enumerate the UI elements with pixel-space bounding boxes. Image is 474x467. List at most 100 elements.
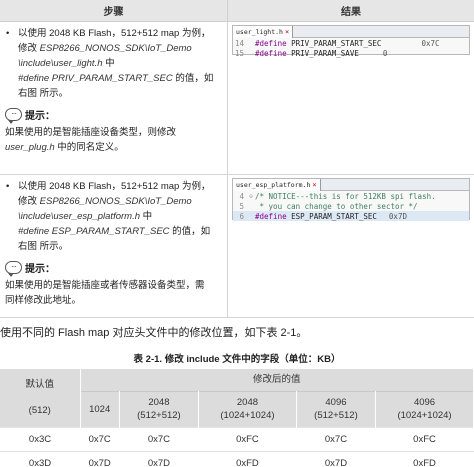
table-cell: 0x7C <box>296 426 376 451</box>
header-steps: 步骤 <box>0 0 228 21</box>
table-cell: 0x3D <box>0 450 80 467</box>
code-line: 5 * you can change to other sector */ <box>233 201 469 211</box>
line-number: 15 <box>234 48 244 58</box>
code-line-highlighted: 6 #define ESP_PARAM_START_SEC 0x7D <box>233 211 469 221</box>
default-value-header: 默认值 (512) <box>0 369 81 427</box>
step-cell-1: • 以使用 2048 KB Flash，512+512 map 为例， 修改 E… <box>0 22 228 174</box>
code-keyword: #define <box>255 211 287 221</box>
header-text: 4096 <box>325 397 347 408</box>
code-snippet-user-light: user_light.h × 14 #define PRIV_PARAM_STAR… <box>232 25 470 58</box>
header-text: (512) <box>28 405 51 417</box>
header-text: (1024+1024) <box>397 410 452 421</box>
step-line: 的值，如 <box>172 73 214 84</box>
fold-marker-icon[interactable]: ⊖ <box>247 193 255 200</box>
speech-bubble-icon: ··· <box>5 260 22 277</box>
column-header: 2048 (512+512) <box>119 390 200 427</box>
line-number: 14 <box>234 38 244 48</box>
close-icon[interactable]: × <box>285 28 289 36</box>
tip-heading: ··· 提示： <box>5 258 221 277</box>
editor-tab-label: user_light.h <box>236 28 283 36</box>
steps-row-1: • 以使用 2048 KB Flash，512+512 map 为例， 修改 E… <box>0 22 474 175</box>
file-path: user_plug.h <box>5 142 55 153</box>
step-line: 以使用 2048 KB Flash，512+512 map 为例， <box>18 28 211 39</box>
table-caption: 表 2-1. 修改 include 文件中的字段（单位：KB） <box>133 354 341 365</box>
steps-row-2: • 以使用 2048 KB Flash，512+512 map 为例， 修改 E… <box>0 175 474 318</box>
code-line: 4 ⊖/* NOTICE---this is for 512KB spi flas… <box>233 191 469 201</box>
file-path: ESP8266_NONOS_SDK\IoT_Demo <box>39 196 192 207</box>
code-keyword: #define <box>255 38 287 48</box>
code-comment: * you can change to other sector */ <box>255 201 418 211</box>
step-line: 中 <box>102 58 115 69</box>
step-bullet-2: • 以使用 2048 KB Flash，512+512 map 为例， 修改 E… <box>5 179 221 254</box>
column-header: 4096 (1024+1024) <box>375 390 474 427</box>
step-line: 修改 <box>18 196 40 207</box>
header-text: 默认值 <box>25 379 54 391</box>
modified-value-header: 修改后的值 <box>80 369 474 391</box>
line-number: 5 <box>239 201 244 211</box>
file-path: \include\user_light.h <box>18 58 103 69</box>
tip-heading: ··· 提示： <box>5 105 221 124</box>
table-cell: 0x7C <box>80 426 120 451</box>
table-cell: 0xFD <box>198 450 297 467</box>
step-line: 中 <box>140 211 153 222</box>
editor-tab-label: user_esp_platform.h <box>236 181 311 189</box>
table-cell: 0x7D <box>119 450 199 467</box>
table-row: 0x3D 0x7D 0x7D 0xFD 0x7D 0xFD <box>0 450 474 467</box>
bullet-mark: • <box>6 181 10 192</box>
code-line: 14 #define PRIV_PARAM_START_SEC 0x7C <box>233 38 469 48</box>
editor-tab-bar: user_light.h × <box>233 26 469 38</box>
header-text: 2048 <box>236 397 259 408</box>
table-cell: 0x7D <box>80 450 120 467</box>
table-cell: 0x3C <box>0 426 80 451</box>
file-path: ESP8266_NONOS_SDK\IoT_Demo <box>39 43 192 54</box>
tip-line: 如果使用的是智能插座设备类型，则修改 <box>5 127 177 138</box>
step-line: 的值，如 <box>169 226 211 237</box>
header-text: (512+512) <box>314 410 358 421</box>
flash-map-table: 默认值 (512) 修改后的值 1024 2048 (512+512) 2048 (… <box>0 369 474 467</box>
step-line: 右图 所示。 <box>18 88 69 99</box>
table-cell: 0x7C <box>119 426 199 451</box>
step-line: 右图 所示。 <box>18 241 69 252</box>
table-cell: 0xFC <box>375 426 474 451</box>
code-value: 0 <box>382 48 388 58</box>
code-snippet-user-esp-platform: user_esp_platform.h × 4 ⊖/* NOTICE---this… <box>232 178 470 221</box>
steps-table: 步骤 结果 • 以使用 2048 KB Flash，512+512 map 为例… <box>0 0 474 318</box>
table-cell: 0xFD <box>375 450 474 467</box>
step-line: 以使用 2048 KB Flash，512+512 map 为例， <box>18 181 211 192</box>
column-header: 4096 (512+512) <box>296 390 377 427</box>
header-text: (512+512) <box>137 410 181 421</box>
tip-line: 如果使用的是智能插座或者传感器设备类型，需 <box>5 280 205 291</box>
define-name: #define ESP_PARAM_START_SEC <box>18 226 170 237</box>
column-header: 2048 (1024+1024) <box>198 390 297 427</box>
editor-tab[interactable]: user_light.h × <box>233 26 294 38</box>
code-value: 0x7D <box>388 211 407 221</box>
header-text: 1024 <box>89 403 111 415</box>
speech-bubble-icon: ··· <box>5 107 22 124</box>
editor-tab[interactable]: user_esp_platform.h × <box>233 179 321 191</box>
code-identifier: ESP_PARAM_START_SEC <box>286 211 377 221</box>
result-cell-2: user_esp_platform.h × 4 ⊖/* NOTICE---this… <box>228 175 474 317</box>
line-number: 6 <box>239 211 244 221</box>
code-line: 15 #define PRIV_PARAM_SAVE 0 <box>233 48 469 58</box>
code-value: 0x7C <box>421 38 440 48</box>
code-identifier: PRIV_PARAM_SAVE <box>286 48 359 58</box>
bullet-mark: • <box>6 28 10 39</box>
tip-line: 同样修改此地址。 <box>5 295 82 306</box>
tip-body: 如果使用的是智能插座设备类型，则修改 user_plug.h 中的同名定义。 <box>5 125 221 155</box>
step-cell-2: • 以使用 2048 KB Flash，512+512 map 为例， 修改 E… <box>0 175 228 317</box>
step-text-1: 以使用 2048 KB Flash，512+512 map 为例， 修改 ESP… <box>18 26 221 101</box>
step-line: 修改 <box>18 43 40 54</box>
header-result: 结果 <box>341 7 361 18</box>
code-comment: /* NOTICE---this is for 512KB spi flash. <box>255 191 436 201</box>
table-header-row: 默认值 (512) 修改后的值 <box>0 369 474 427</box>
tip-label: 提示： <box>25 110 55 122</box>
tip-label: 提示： <box>25 263 55 275</box>
code-identifier: PRIV_PARAM_START_SEC <box>286 38 382 48</box>
close-icon[interactable]: × <box>312 181 316 189</box>
editor-tab-bar: user_esp_platform.h × <box>233 179 469 191</box>
column-header: 1024 <box>80 390 120 427</box>
header-text: (1024+1024) <box>220 410 275 421</box>
table-cell: 0xFC <box>198 426 297 451</box>
file-path: \include\user_esp_platform.h <box>18 211 140 222</box>
body-sentence: 使用不同的 Flash map 对应头文件中的修改位置，如下表 2-1。 <box>0 327 308 339</box>
